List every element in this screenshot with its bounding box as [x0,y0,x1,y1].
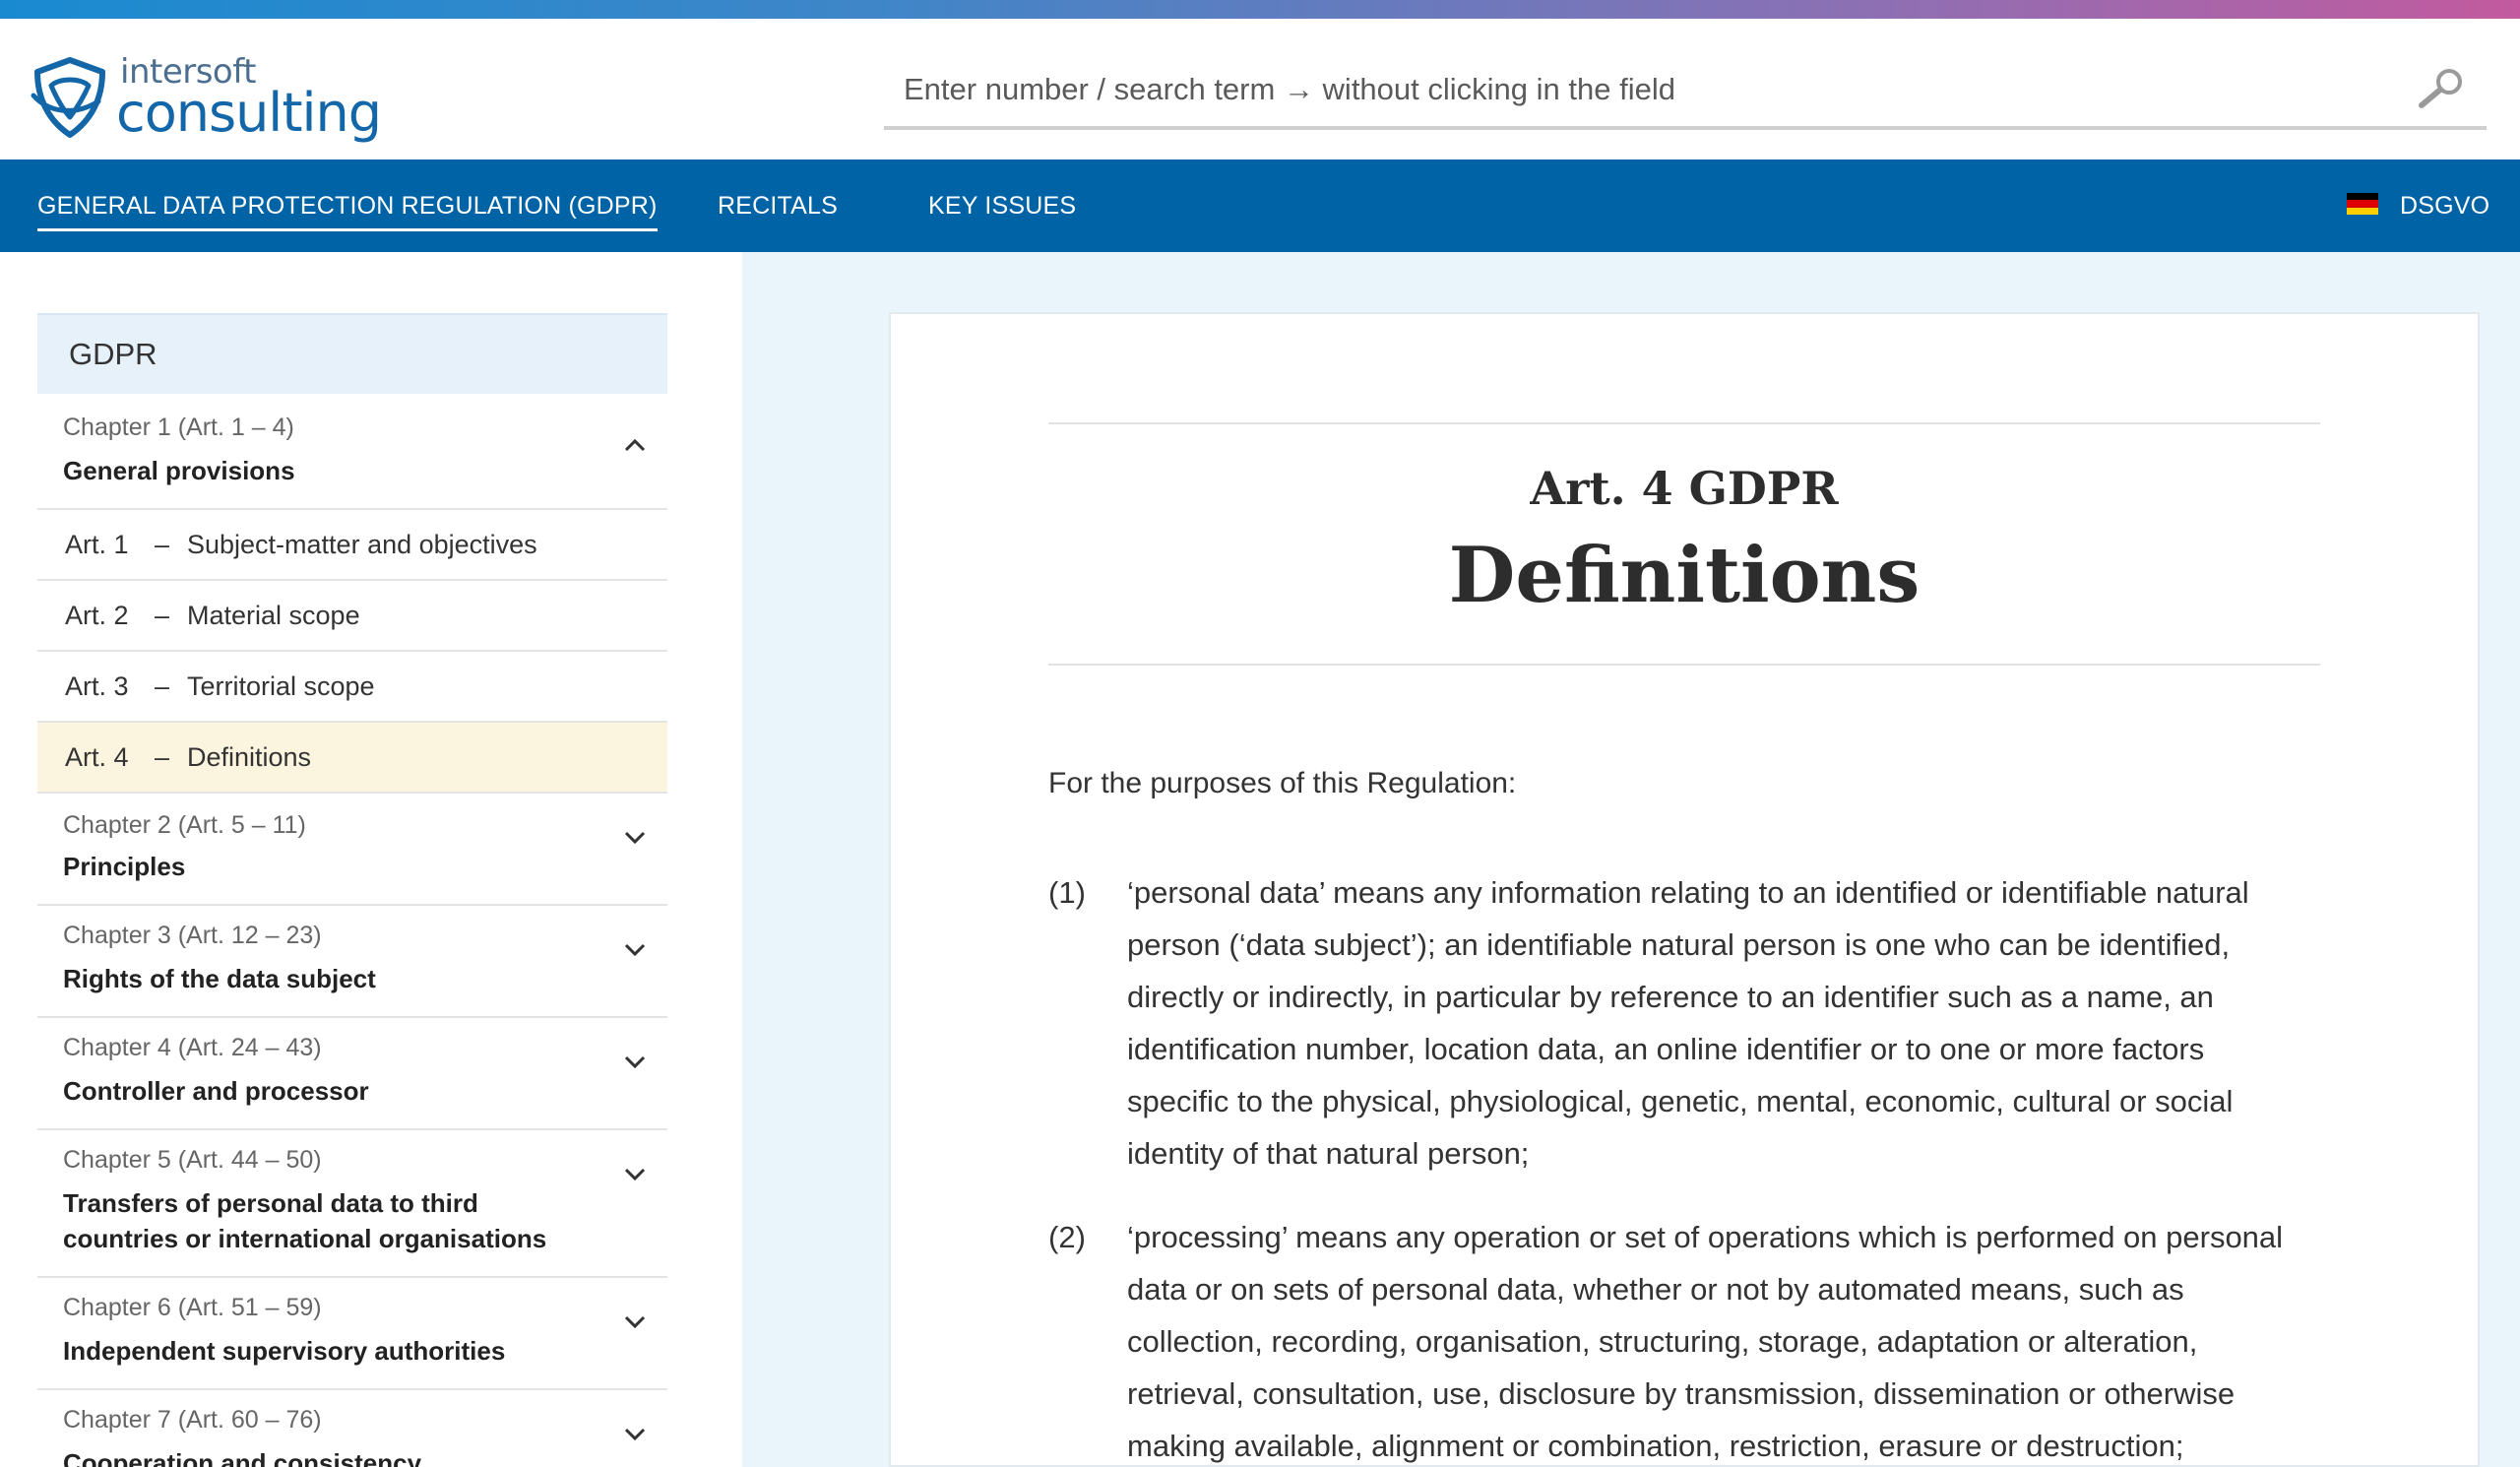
article-label: Subject-matter and objectives [187,530,537,559]
paragraph-line: collection, recording, organisation, str… [1127,1324,2198,1359]
paragraph-line: person (‘data subject’); an identifiable… [1127,927,2231,962]
article-dash: – [155,742,170,772]
paragraph-line: identification number, location data, an… [1127,1032,2205,1066]
paragraph-number: (1) [1048,875,1086,910]
logo-wordmark: intersoft consulting [116,55,382,144]
title-rule-bottom [1048,664,2320,666]
search-icon[interactable] [2412,64,2471,113]
chapter-number: Chapter 2 (Art. 5 – 11) [63,811,306,839]
paragraph-text: ‘personal data’ means any information re… [1127,866,2318,1180]
chevron-down-icon [624,1055,646,1069]
article-label: Definitions [187,742,312,772]
chapter-number: Chapter 4 (Art. 24 – 43) [63,1034,322,1061]
article-number: Art. 4 [65,742,129,772]
chevron-up-icon [624,438,646,452]
chapter-title: Principles [63,852,186,881]
nav-key-issues-label: KEY ISSUES [928,191,1077,220]
chapter-1-toggle[interactable]: Chapter 1 (Art. 1 – 4) General provision… [37,394,667,510]
chevron-down-icon [624,1428,646,1441]
article-label: Territorial scope [187,671,375,701]
sidebar-heading: GDPR [37,313,667,394]
search-field-wrapper [884,59,2487,130]
nav-gdpr[interactable]: GENERAL DATA PROTECTION REGULATION (GDPR… [37,159,658,252]
flag-stripe-gold [2347,207,2378,215]
language-switch[interactable]: DSGVO [2400,159,2489,252]
article-number: Art. 2 [65,601,129,630]
chapter-title: General provisions [63,456,295,485]
flag-stripe-red [2347,200,2378,208]
chapter-title: Cooperation and consistency [63,1448,422,1467]
paragraph-number: (2) [1048,1220,1086,1254]
article-intro: For the purposes of this Regulation: [1048,767,1517,799]
article-link-3[interactable]: Art. 3 – Territorial scope [37,652,667,723]
article-dash: – [155,671,170,701]
chapter-title: Rights of the data subject [63,964,376,993]
chapter-title-line1: Transfers of personal data to third [63,1188,478,1218]
chevron-down-icon [624,831,646,845]
article-card: Art. 4 GDPR Definitions For the purposes… [889,312,2480,1467]
chapter-5-toggle[interactable]: Chapter 5 (Art. 44 – 50) Transfers of pe… [37,1130,667,1278]
main-nav: GENERAL DATA PROTECTION REGULATION (GDPR… [0,159,2520,252]
chapter-number: Chapter 3 (Art. 12 – 23) [63,922,322,949]
chevron-down-icon [624,1168,646,1181]
chapter-title: Independent supervisory authorities [63,1336,506,1366]
article-dash: – [155,601,170,630]
article-dash: – [155,530,170,559]
sidebar: GDPR Chapter 1 (Art. 1 – 4) General prov… [0,252,742,1467]
paragraph-line: specific to the physical, physiological,… [1127,1084,2234,1118]
chapter-3-toggle[interactable]: Chapter 3 (Art. 12 – 23) Rights of the d… [37,906,667,1018]
intersoft-logo[interactable]: intersoft consulting [30,48,382,147]
chevron-down-icon [624,1315,646,1329]
paragraph-line: making available, alignment or combinati… [1127,1429,2184,1463]
article-link-1[interactable]: Art. 1 – Subject-matter and objectives [37,510,667,581]
shield-logo-icon [31,57,105,138]
paragraph-text: ‘processing’ means any operation or set … [1127,1211,2318,1467]
paragraph-line: ‘processing’ means any operation or set … [1127,1220,2284,1254]
paragraph-line: ‘personal data’ means any information re… [1127,875,2249,910]
german-flag-icon[interactable] [2347,193,2378,215]
article-label: Material scope [187,601,360,630]
paragraph-line: data or on sets of personal data, whethe… [1127,1272,2184,1307]
language-label: DSGVO [2400,191,2490,220]
flag-stripe-black [2347,193,2378,201]
article-link-2[interactable]: Art. 2 – Material scope [37,581,667,652]
nav-gdpr-label: GENERAL DATA PROTECTION REGULATION (GDPR… [37,192,658,231]
paragraph-line: identity of that natural person; [1127,1136,1530,1171]
chapter-number: Chapter 7 (Art. 60 – 76) [63,1406,322,1434]
article-subtitle: Art. 4 GDPR [1530,462,1839,515]
top-gradient-bar [0,0,2520,19]
paragraph-line: directly or indirectly, in particular by… [1127,980,2214,1014]
article-number: Art. 3 [65,671,129,701]
chapter-4-toggle[interactable]: Chapter 4 (Art. 24 – 43) Controller and … [37,1018,667,1130]
chevron-down-icon [624,943,646,957]
chapter-7-toggle[interactable]: Chapter 7 (Art. 60 – 76) Cooperation and… [37,1390,667,1467]
title-rule-top [1048,422,2320,424]
search-input[interactable] [884,59,2487,126]
nav-recitals-label: RECITALS [718,191,838,220]
nav-recitals[interactable]: RECITALS [718,159,838,252]
chapter-title: Controller and processor [63,1076,369,1106]
article-number: Art. 1 [65,530,129,559]
article-title: Definitions [1448,531,1921,620]
chapter-number: Chapter 6 (Art. 51 – 59) [63,1294,322,1321]
chapter-6-toggle[interactable]: Chapter 6 (Art. 51 – 59) Independent sup… [37,1278,667,1390]
article-link-4-active[interactable]: Art. 4 – Definitions [37,723,667,794]
nav-key-issues[interactable]: KEY ISSUES [928,159,1076,252]
chapter-2-toggle[interactable]: Chapter 2 (Art. 5 – 11) Principles [37,794,667,906]
chapter-number: Chapter 1 (Art. 1 – 4) [63,414,294,441]
logo-line2: consulting [116,82,382,144]
chapter-title-line2: countries or international organisations [63,1224,547,1253]
chapter-number: Chapter 5 (Art. 44 – 50) [63,1146,322,1174]
paragraph-line: retrieval, consultation, use, disclosure… [1127,1376,2236,1411]
